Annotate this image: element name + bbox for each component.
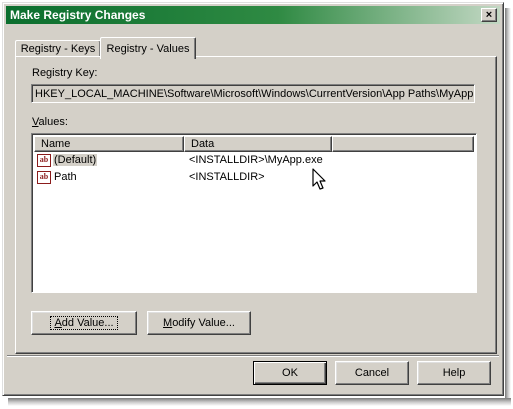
close-button[interactable]: × [481,8,497,22]
tab-panel [15,56,497,354]
ok-button[interactable]: OK [253,361,327,385]
tab-registry-values[interactable]: Registry - Values [100,37,196,59]
close-icon: × [485,9,493,21]
tab-registry-keys[interactable]: Registry - Keys [15,40,101,57]
window-shadow-bottom [8,398,511,406]
cancel-button[interactable]: Cancel [335,361,409,385]
tab-label: Registry - Keys [20,43,96,55]
divider [7,355,499,357]
title-bar[interactable]: Make Registry Changes × [6,6,500,24]
window-title: Make Registry Changes [10,8,146,22]
help-button[interactable]: Help [417,361,491,385]
registry-dialog: Make Registry Changes × Registry - Keys … [2,2,504,396]
tab-label: Registry - Values [106,42,190,55]
window-shadow-right [505,8,511,404]
